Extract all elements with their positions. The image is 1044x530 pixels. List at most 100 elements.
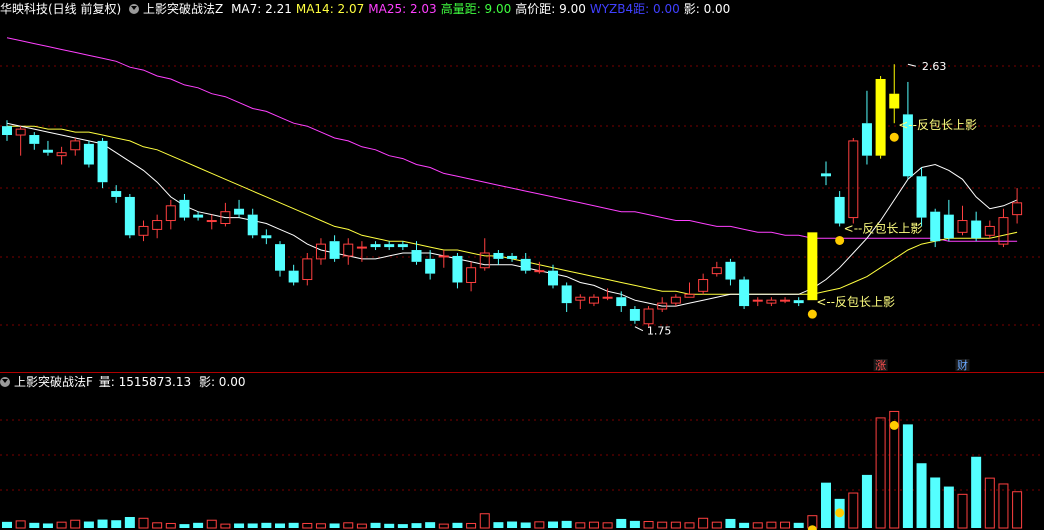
dropdown-icon[interactable]: [0, 377, 10, 387]
signal-label: <--反包长上影: [816, 295, 895, 309]
candle-body: [111, 191, 122, 197]
indicator-name[interactable]: 上影突破战法Z: [143, 2, 223, 16]
volume-bar: [56, 521, 67, 529]
candle-body: [193, 214, 204, 218]
indicator-value: MA7: 2.21: [231, 2, 292, 16]
volume-bar: [15, 520, 26, 529]
volume-bar: [206, 519, 217, 529]
candle-body: [629, 309, 640, 321]
indicator-value: MA25: 2.03: [368, 2, 437, 16]
volume-bar: [684, 522, 695, 529]
volume-bar: [780, 521, 791, 529]
volume-bar: [629, 520, 640, 528]
volume-bar: [957, 493, 968, 529]
candle-body: [575, 296, 586, 301]
candle-body: [643, 308, 654, 325]
candle-body: [275, 244, 285, 271]
price-header: 华映科技(日线 前复权) 上影突破战法Z MA7: 2.21 MA14: 2.07…: [0, 0, 738, 18]
candle-body: [984, 225, 995, 236]
indicator-value: 高量距: 9.00: [440, 2, 512, 16]
high-price-label: 2.63: [922, 60, 947, 73]
candle-body: [998, 217, 1009, 245]
candle-body: [834, 196, 845, 224]
low-pointer: [634, 326, 644, 332]
candle-body: [302, 258, 313, 281]
volume-bar: [452, 522, 463, 528]
candle-body: [411, 250, 422, 262]
volume-bar: [520, 522, 531, 528]
volume-indicator-name[interactable]: 上影突破战法F: [14, 375, 93, 389]
candle-body: [930, 211, 941, 242]
volume-bar: [356, 523, 367, 529]
event-tag: 财: [957, 358, 968, 372]
candle-body: [329, 241, 340, 259]
volume-bar: [861, 474, 872, 528]
candle-body: [234, 208, 245, 215]
indicator-value: MA14: 2.07: [295, 2, 365, 16]
signal-marker: [835, 235, 845, 245]
volume-bar: [848, 492, 859, 529]
volume-signal-marker: [835, 508, 845, 518]
volume-bar: [493, 522, 504, 528]
candle-body: [138, 225, 149, 236]
candle-body: [507, 255, 518, 259]
candle-body: [397, 244, 408, 248]
volume-bar: [984, 477, 995, 529]
volume-bar: [902, 424, 913, 528]
volume-value: 量: 1515873.13: [98, 375, 192, 389]
volume-bar: [179, 524, 190, 528]
candle-body: [42, 149, 53, 153]
candle-body: [384, 244, 395, 248]
stock-title[interactable]: 华映科技(日线 前复权): [0, 2, 121, 16]
volume-bar: [698, 517, 709, 529]
candle-body: [165, 205, 176, 222]
candle-body: [971, 220, 982, 239]
volume-bar: [2, 521, 12, 528]
candle-body: [179, 199, 190, 218]
candle-body: [493, 252, 504, 259]
volume-bar: [602, 522, 613, 529]
candle-body: [957, 220, 968, 233]
volume-bar: [711, 521, 722, 529]
volume-bar: [766, 521, 777, 529]
candle-body: [916, 176, 927, 218]
volume-bar: [821, 482, 831, 528]
signal-label: <--反包长上影: [898, 118, 977, 132]
candle-body: [943, 214, 954, 239]
candle-body: [711, 267, 722, 275]
candle-body: [588, 296, 599, 304]
volume-bar: [739, 522, 750, 528]
volume-bar: [165, 522, 176, 529]
signal-label: <--反包长上影: [844, 221, 923, 235]
candle-body: [875, 78, 886, 156]
high-pointer: [907, 63, 917, 67]
candle-body: [670, 296, 681, 304]
volume-bar: [916, 463, 927, 528]
volume-bar: [97, 519, 108, 528]
candle-body: [616, 297, 627, 307]
candle-body: [739, 279, 750, 307]
candle-body: [247, 214, 258, 236]
volume-bar: [275, 523, 285, 528]
volume-bar: [193, 522, 204, 528]
candle-body: [261, 235, 272, 239]
candle-body: [698, 279, 709, 292]
volume-bar: [998, 483, 1009, 529]
volume-bar: [247, 523, 258, 528]
candle-body: [889, 93, 900, 109]
chart-canvas[interactable]: <--反包长上影 <--反包长上影 <--反包长上影 2.63 1.75 涨 财: [0, 0, 1044, 530]
candle-body: [56, 152, 67, 157]
volume-bar: [83, 521, 94, 528]
volume-bar: [971, 456, 982, 528]
volume-shadow-value: 影: 0.00: [198, 375, 246, 389]
volume-bar: [124, 516, 135, 528]
candle-body: [534, 270, 545, 273]
volume-bar: [288, 522, 299, 528]
volume-bar: [616, 518, 627, 528]
dropdown-icon[interactable]: [129, 4, 140, 14]
candle-body: [97, 140, 108, 183]
volume-bar: [302, 522, 313, 529]
volume-bar: [588, 521, 599, 529]
low-price-label: 1.75: [647, 325, 672, 338]
volume-bar: [138, 517, 149, 529]
